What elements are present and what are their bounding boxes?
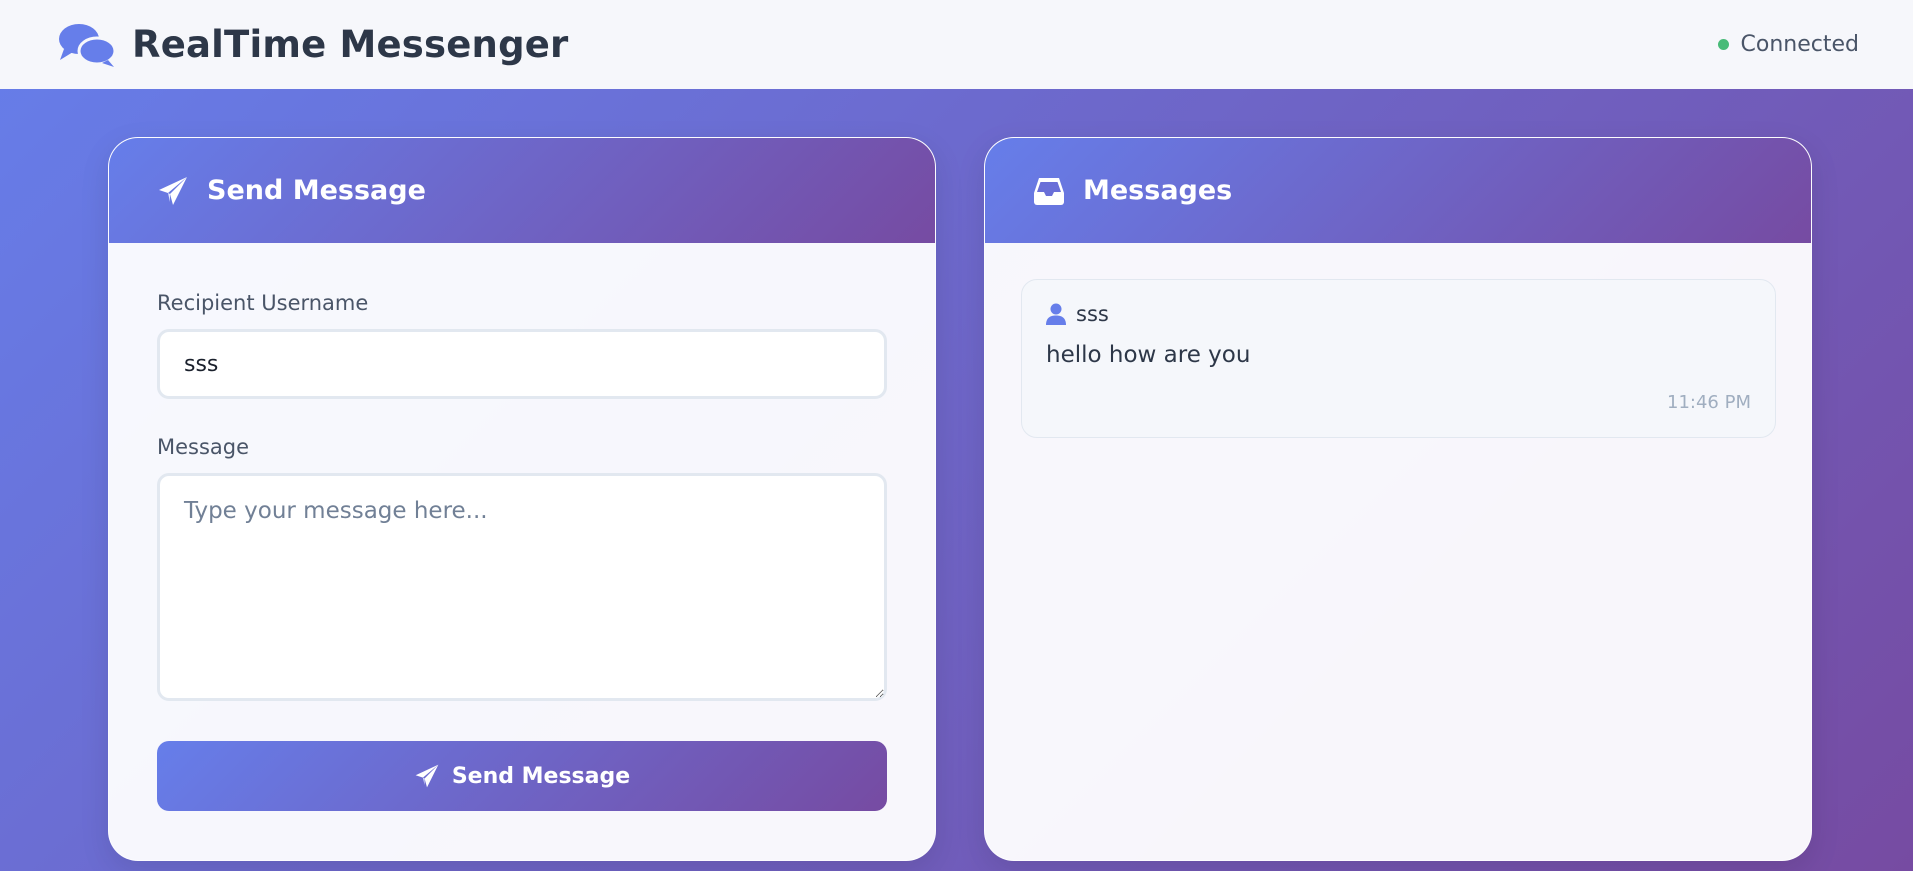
message-label: Message [157, 435, 250, 459]
messages-panel-title: Messages [1083, 175, 1233, 206]
messages-list: sss hello how are you 11:46 PM [985, 243, 1811, 438]
send-message-button[interactable]: Send Message [157, 741, 887, 811]
paper-plane-icon [414, 763, 440, 789]
connection-status: Connected [1717, 32, 1859, 57]
send-button-label: Send Message [451, 763, 631, 789]
brand: RealTime Messenger [58, 22, 569, 68]
status-dot [1717, 39, 1729, 50]
messages-panel-header: Messages [985, 138, 1811, 243]
message-sender-name: sss [1076, 302, 1109, 326]
message-text: hello how are you [1046, 342, 1251, 368]
comments-icon [58, 22, 117, 68]
inbox-icon [1033, 175, 1065, 207]
message-textarea[interactable] [157, 473, 887, 701]
message-item: sss hello how are you 11:46 PM [1021, 279, 1776, 438]
status-text: Connected [1740, 32, 1859, 57]
send-message-panel: Send Message Recipient Username Message … [108, 137, 936, 861]
send-panel-header: Send Message [109, 138, 935, 243]
recipient-label: Recipient Username [157, 291, 369, 315]
app-title: RealTime Messenger [132, 23, 569, 66]
message-timestamp: 11:46 PM [1667, 392, 1751, 413]
message-sender: sss [1046, 302, 1751, 326]
send-panel-title: Send Message [207, 175, 426, 206]
send-panel-body: Recipient Username Message Send Message [109, 243, 935, 811]
paper-plane-icon [157, 175, 189, 207]
recipient-input[interactable] [157, 329, 887, 399]
recipient-group: Recipient Username [157, 291, 887, 399]
messages-panel: Messages sss hello how are you 11:46 PM [984, 137, 1812, 861]
navbar: RealTime Messenger Connected [0, 0, 1913, 89]
message-group: Message [157, 435, 887, 705]
user-icon [1046, 303, 1066, 325]
